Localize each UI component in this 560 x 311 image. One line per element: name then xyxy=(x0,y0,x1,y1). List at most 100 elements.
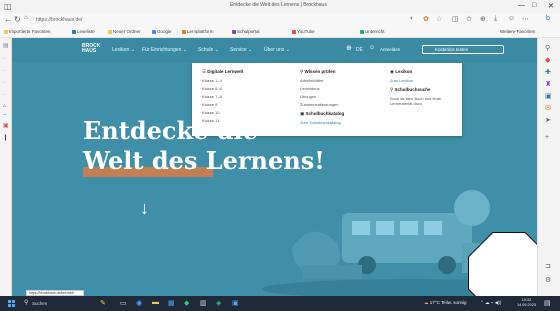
bookmark-item[interactable]: Schulportal xyxy=(232,29,260,34)
menu-heading-text: Schulbuchsuche xyxy=(394,87,431,92)
hero-heading-line1: Entdecke die xyxy=(83,116,258,145)
vertical-tab-icon[interactable]: · xyxy=(3,56,5,62)
menu-item[interactable]: Klasse 9 xyxy=(202,102,243,107)
taskbar-app-icon[interactable]: ◈ xyxy=(216,299,221,307)
menu-item[interactable]: Klasse 1–4 xyxy=(202,78,243,83)
bookmark-item[interactable]: YouTube xyxy=(292,29,315,34)
downloads-icon[interactable]: ⤓ xyxy=(494,15,497,23)
menu-item[interactable]: Klasse 10 xyxy=(202,110,243,115)
menu-item[interactable]: Zusammenfassungen xyxy=(300,102,344,107)
windows-taskbar: ⚲ Suchen ✎ ▭ ◉ ▬ ▦ ◆ ▥ ◈ ▣ ☁ 17°C Teilw.… xyxy=(0,296,560,311)
more-menu-icon[interactable]: ⋯ xyxy=(522,15,529,23)
bookmark-item[interactable]: Neuer Ordner xyxy=(108,29,141,34)
free-trial-button[interactable]: Kostenlos testen xyxy=(422,45,504,54)
taskbar-app-icon[interactable]: ▣ xyxy=(232,299,239,307)
favorite-star-icon[interactable]: ☆ xyxy=(436,15,442,23)
menu-column-lexikon: ◉ Lexikon Zum Lexikon ⚲ Schulbuchsuche S… xyxy=(390,69,456,109)
menu-item[interactable]: Lernvideos xyxy=(300,86,344,91)
menu-heading: ⚲ Wissen prüfen xyxy=(300,69,336,74)
menu-item[interactable]: Arbeitsblätter xyxy=(300,78,344,83)
vertical-tab-icon[interactable]: ▵ xyxy=(3,102,6,109)
add-app-icon[interactable]: + xyxy=(545,134,549,141)
login-button[interactable]: Anmelden xyxy=(376,45,424,54)
shopping-icon[interactable]: ◆ xyxy=(545,56,550,64)
bookmark-label: Unterricht xyxy=(365,29,385,34)
bookmark-item[interactable]: Lernplattform xyxy=(182,29,214,34)
menu-link[interactable]: Zum Schulbuchkatalog xyxy=(300,120,344,125)
games-icon[interactable]: ♜ xyxy=(545,80,551,88)
taskbar-search[interactable]: ⚲ Suchen xyxy=(22,299,82,308)
taskbar-clock[interactable]: 10:32 14.09.2023 xyxy=(517,298,536,308)
menu-heading: ▣ Schulbuchkatalog xyxy=(300,111,345,116)
windows-start-icon[interactable] xyxy=(8,300,15,307)
taskbar-app-icon[interactable]: ▥ xyxy=(200,299,207,307)
nav-schule[interactable]: Schule ⌄ xyxy=(198,47,219,53)
bookmark-item[interactable]: Google xyxy=(152,29,172,34)
profile-icon[interactable]: ☺ xyxy=(508,15,515,22)
task-view-icon[interactable]: ▭ xyxy=(120,299,127,307)
close-window-button[interactable]: ✕ xyxy=(548,2,554,10)
favorites-icon[interactable]: ✩ xyxy=(466,15,472,23)
taskbar-app-icon[interactable]: ◆ xyxy=(184,299,189,307)
page-viewport: BROCK HAUS Lexikon ⌄ Für Einrichtungen ⌄… xyxy=(12,38,537,296)
vertical-tab-icon[interactable]: · xyxy=(3,68,5,74)
vertical-tab-icon[interactable]: – xyxy=(3,112,6,118)
split-screen-icon[interactable]: ◫ xyxy=(452,15,459,23)
system-tray[interactable]: ⌃ ☁ ⌁ ◀)) xyxy=(480,300,501,306)
vertical-tab-icon[interactable]: ❙ xyxy=(3,134,8,141)
nav-service[interactable]: Service ⌄ xyxy=(230,47,252,53)
edge-browser-icon[interactable]: ◉ xyxy=(136,299,142,307)
weather-widget[interactable]: ☁ 17°C Teilw. sonnig xyxy=(424,300,467,306)
menu-item[interactable]: Klasse 5–6 xyxy=(202,86,243,91)
menu-item[interactable]: Übungen xyxy=(300,94,344,99)
menu-item[interactable]: Klasse 7–8 xyxy=(202,94,243,99)
url-field[interactable]: https://brockhaus.de/ xyxy=(32,15,392,25)
nav-einrichtungen[interactable]: Für Einrichtungen ⌄ xyxy=(142,47,187,53)
menu-heading-text: Schulbuchkatalog xyxy=(305,111,345,116)
bookmark-item[interactable]: Unterricht xyxy=(360,29,385,34)
tools-icon[interactable]: ✚ xyxy=(545,68,551,76)
menu-heading-text: Wissen prüfen xyxy=(304,69,336,74)
vertical-tab-icon[interactable]: · xyxy=(3,92,5,98)
tab-actions-icon[interactable]: ▤ xyxy=(3,42,9,49)
nav-ueber-uns[interactable]: Über uns ⌄ xyxy=(264,47,290,53)
bing-icon[interactable]: b xyxy=(546,15,550,22)
menu-link[interactable]: Zum Lexikon xyxy=(390,78,456,83)
vertical-tab-icon[interactable]: · xyxy=(3,80,5,86)
language-switch[interactable]: DE xyxy=(356,47,363,53)
search-icon[interactable]: ⚲ xyxy=(545,44,550,52)
file-explorer-icon[interactable]: ▬ xyxy=(152,299,159,306)
minimize-button[interactable]: — xyxy=(518,2,525,9)
search-icon: ⚲ xyxy=(24,300,29,306)
bookmark-item[interactable]: Importierte Favoriten xyxy=(4,29,51,34)
extension-icon[interactable]: ✿ xyxy=(423,15,429,23)
taskbar-app-icon[interactable]: ✎ xyxy=(100,299,106,307)
bookmarks-more[interactable]: Weitere Favoriten xyxy=(500,29,535,34)
vertical-tab-icon[interactable]: ▣ xyxy=(3,122,9,129)
refresh-icon[interactable]: ↻ xyxy=(14,15,21,24)
settings-icon[interactable]: ⚙ xyxy=(545,276,551,284)
hero-heading-line2: Welt des Lernens! xyxy=(83,146,325,175)
globe-icon[interactable]: ⊕ xyxy=(346,44,352,52)
bookmark-item[interactable]: Leseliste xyxy=(72,29,95,34)
reader-icon[interactable]: ◐ xyxy=(410,15,414,22)
tab-title[interactable]: Entdecke die Welt des Lernens | Brockhau… xyxy=(230,2,327,8)
brockhaus-logo[interactable]: BROCK HAUS xyxy=(82,44,100,54)
outlook-icon[interactable]: ✉ xyxy=(545,104,551,112)
store-icon[interactable]: ▦ xyxy=(168,299,175,307)
scroll-down-arrow-icon[interactable]: ↓ xyxy=(140,198,149,219)
notification-icon[interactable]: ▤ xyxy=(544,299,551,307)
back-icon[interactable]: ← xyxy=(4,15,12,24)
google-icon xyxy=(152,29,156,34)
maximize-button[interactable]: □ xyxy=(532,2,536,9)
menu-heading: ⚲ Schulbuchsuche xyxy=(390,87,431,92)
office-icon[interactable]: ▣ xyxy=(545,92,552,100)
nav-lexikon[interactable]: Lexikon ⌄ xyxy=(112,47,135,53)
home-icon[interactable]: ⌂ xyxy=(24,15,28,21)
send-icon[interactable]: ➤ xyxy=(545,116,551,124)
hide-sidebar-icon[interactable]: ⊐ xyxy=(545,262,551,270)
browser-tab-icon[interactable]: ◫ xyxy=(4,2,12,11)
collections-icon[interactable]: ⊕ xyxy=(480,15,486,23)
menu-heading-text: Digitale Lernwelt xyxy=(207,69,244,74)
menu-item[interactable]: Such dir dein Buch und finde Lernmateria… xyxy=(390,96,456,106)
